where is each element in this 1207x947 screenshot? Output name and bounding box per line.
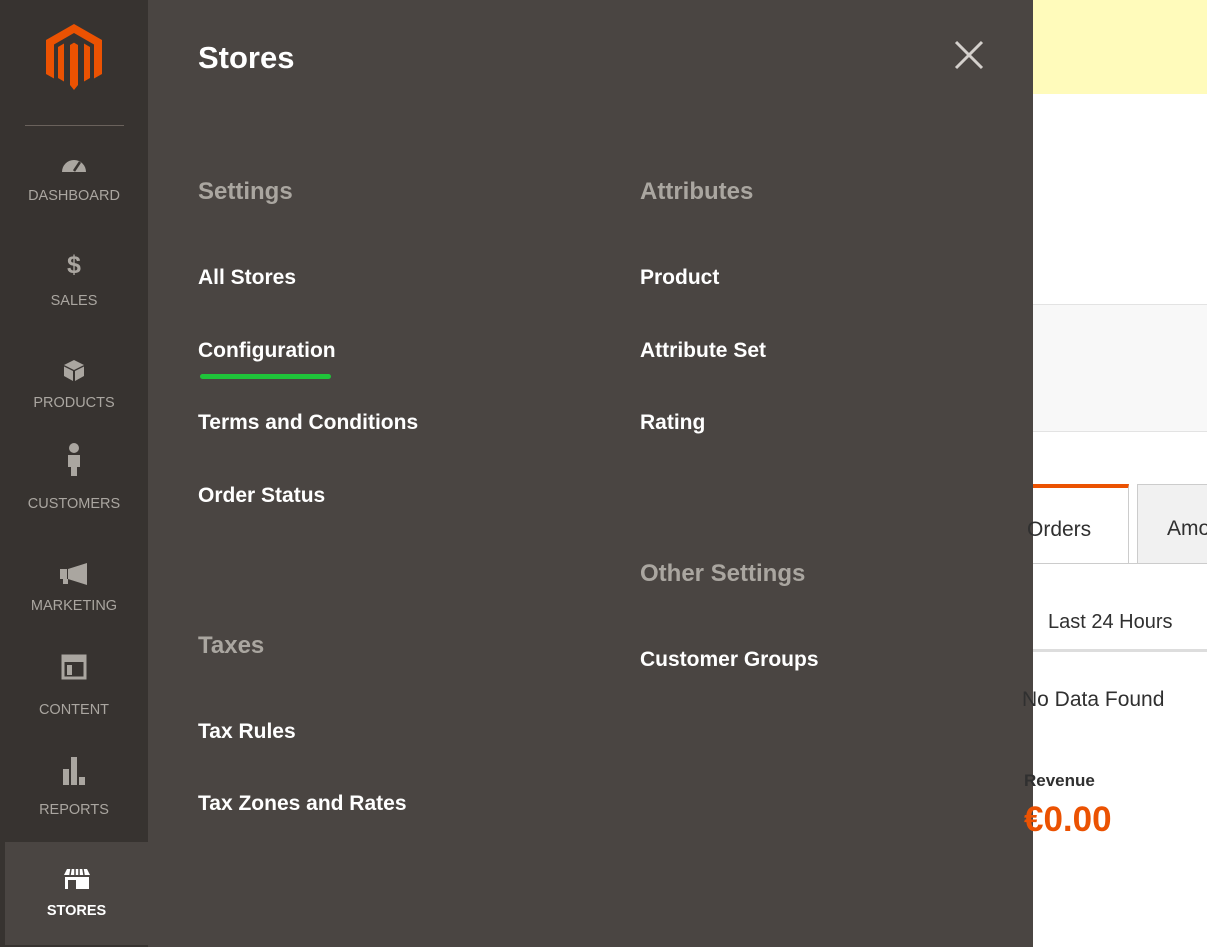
tabs-divider: [1033, 563, 1207, 564]
storefront-icon: [63, 868, 90, 889]
menu-link-rating[interactable]: Rating: [640, 411, 705, 435]
menu-link-all-stores[interactable]: All Stores: [198, 266, 296, 290]
stores-flyout-panel: Stores Settings All Stores Configuration…: [148, 0, 1033, 947]
dollar-icon: $: [67, 251, 81, 279]
nav-label-marketing: Marketing: [30, 598, 118, 614]
period-select[interactable]: Last 24 Hours: [1033, 598, 1207, 652]
menu-link-order-status[interactable]: Order Status: [198, 484, 325, 508]
tab-amounts-label: Amounts: [1167, 517, 1207, 540]
logo-separator: [25, 125, 124, 126]
menu-link-customer-groups[interactable]: Customer Groups: [640, 648, 819, 672]
menu-link-tax-zones-and-rates[interactable]: Tax Zones and Rates: [198, 792, 407, 816]
revenue-value: €0.00: [1024, 800, 1112, 839]
group-title-settings: Settings: [198, 178, 293, 205]
nav-label-products: Products: [33, 395, 115, 411]
close-icon[interactable]: [954, 40, 984, 70]
nav-sales[interactable]: $ Sales: [0, 251, 148, 354]
group-title-taxes: Taxes: [198, 632, 265, 659]
no-data-message: No Data Found: [1022, 688, 1165, 711]
nav-dashboard[interactable]: Dashboard: [0, 148, 148, 251]
nav-marketing[interactable]: Marketing: [0, 557, 148, 660]
flyout-title: Stores: [198, 40, 295, 75]
tab-orders[interactable]: Orders: [1027, 484, 1129, 564]
magento-logo-icon[interactable]: [44, 24, 104, 90]
tab-amounts[interactable]: Amounts: [1137, 484, 1207, 564]
dashboard-info-band: [1033, 304, 1207, 432]
nav-products[interactable]: Products: [0, 354, 148, 457]
group-title-other-settings: Other Settings: [640, 560, 806, 587]
admin-sidebar: Dashboard $ Sales Products Customers Mar…: [0, 0, 148, 947]
nav-stores[interactable]: Stores: [5, 842, 148, 945]
box-icon: [64, 360, 84, 381]
nav-label-customers: Customers: [27, 496, 121, 512]
configuration-highlight-underline: [200, 374, 331, 379]
nav-label-sales: Sales: [50, 293, 98, 309]
nav-customers[interactable]: Customers: [0, 443, 148, 546]
dashboard-icon: [62, 160, 86, 172]
menu-link-product[interactable]: Product: [640, 266, 719, 290]
system-notice-bar: [1033, 0, 1207, 94]
nav-reports[interactable]: Reports: [0, 752, 148, 855]
nav-content[interactable]: Content: [0, 652, 148, 755]
nav-label-stores: Stores: [46, 903, 107, 919]
bar-chart-icon: [63, 757, 85, 785]
menu-link-configuration[interactable]: Configuration: [198, 339, 336, 363]
megaphone-icon: [60, 563, 87, 585]
menu-link-tax-rules[interactable]: Tax Rules: [198, 720, 296, 744]
layout-icon: [61, 654, 87, 680]
nav-label-content: Content: [38, 702, 110, 718]
menu-link-attribute-set[interactable]: Attribute Set: [640, 339, 766, 363]
nav-label-reports: Reports: [39, 802, 109, 818]
tab-orders-label: Orders: [1027, 518, 1092, 541]
period-select-value: Last 24 Hours: [1048, 611, 1173, 633]
menu-link-terms-and-conditions[interactable]: Terms and Conditions: [198, 411, 418, 435]
revenue-label: Revenue: [1024, 771, 1095, 790]
person-icon: [68, 443, 80, 476]
group-title-attributes: Attributes: [640, 178, 754, 205]
nav-label-dashboard: Dashboard: [28, 188, 120, 204]
